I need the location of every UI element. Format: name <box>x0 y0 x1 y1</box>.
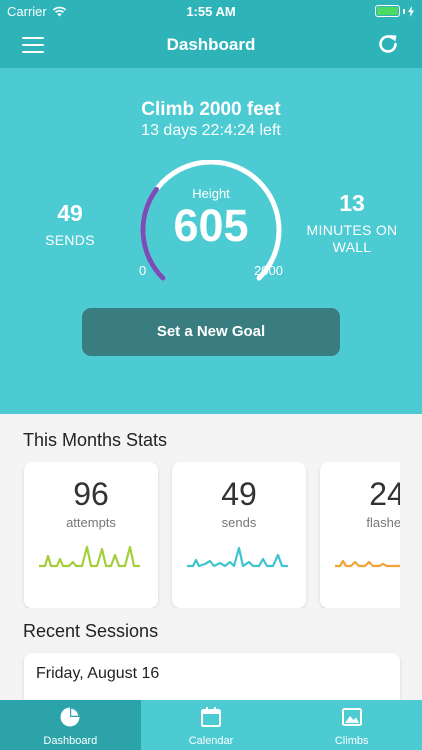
tab-label: Dashboard <box>43 735 98 747</box>
gauge-max: 2000 <box>254 263 283 278</box>
charging-bolt-icon <box>408 5 414 17</box>
nav-bar: Dashboard <box>0 22 422 68</box>
stat-value: 49 <box>221 476 257 512</box>
stat-label: sends <box>221 515 257 530</box>
status-bar: Carrier 1:55 AM <box>0 0 422 22</box>
stats-heading: This Months Stats <box>23 430 168 450</box>
stat-card-attempts[interactable]: 96 attempts <box>24 462 158 608</box>
flashes-sparkline <box>335 559 400 568</box>
goal-hero: Climb 2000 feet 13 days 22:4:24 left 49 … <box>0 68 422 414</box>
refresh-icon[interactable] <box>376 32 400 56</box>
sessions-heading: Recent Sessions <box>23 621 159 641</box>
stat-label: flashes <box>366 515 400 530</box>
attempts-sparkline <box>39 545 141 568</box>
battery-icon <box>375 5 414 17</box>
tab-label: Climbs <box>334 735 369 747</box>
minutes-count: 13 <box>339 190 365 216</box>
tab-bar: Dashboard Calendar Climbs <box>0 700 422 750</box>
stat-card-flashes[interactable]: 24 flashes <box>320 462 400 608</box>
stat-card-sends[interactable]: 49 sends <box>172 462 306 608</box>
status-time: 1:55 AM <box>186 4 236 19</box>
gauge-min: 0 <box>139 263 147 278</box>
image-icon <box>341 708 362 726</box>
goal-countdown: 13 days 22:4:24 left <box>141 122 281 139</box>
pie-chart-icon <box>60 707 80 727</box>
calendar-icon <box>201 707 221 727</box>
sends-count: 49 <box>57 200 83 226</box>
minutes-label-line1: MINUTES ON <box>306 222 398 238</box>
stat-value: 96 <box>73 476 109 512</box>
height-gauge: Height 605 0 2000 <box>136 160 286 285</box>
stats-cards[interactable]: 96 attempts 49 sends 24 flashes <box>0 462 400 608</box>
sends-sparkline <box>187 546 289 568</box>
minutes-label-line2: WALL <box>332 239 372 255</box>
tab-calendar[interactable]: Calendar <box>141 700 282 750</box>
goal-title: Climb 2000 feet <box>141 99 281 120</box>
set-new-goal-button[interactable]: Set a New Goal <box>82 308 340 356</box>
page-title: Dashboard <box>166 35 256 54</box>
sends-label: SENDS <box>45 232 95 248</box>
gauge-label: Height <box>192 186 230 201</box>
minutes-stat: 13 MINUTES ON WALL <box>300 190 404 256</box>
tab-label: Calendar <box>188 735 234 747</box>
session-date: Friday, August 16 <box>36 665 160 682</box>
tab-dashboard[interactable]: Dashboard <box>0 700 141 750</box>
minutes-label: MINUTES ON WALL <box>300 222 404 256</box>
gauge-value: 605 <box>173 200 249 251</box>
tab-climbs[interactable]: Climbs <box>281 700 422 750</box>
stat-label: attempts <box>66 515 116 530</box>
stat-value: 24 <box>369 476 400 512</box>
sends-stat: 49 SENDS <box>30 200 110 248</box>
